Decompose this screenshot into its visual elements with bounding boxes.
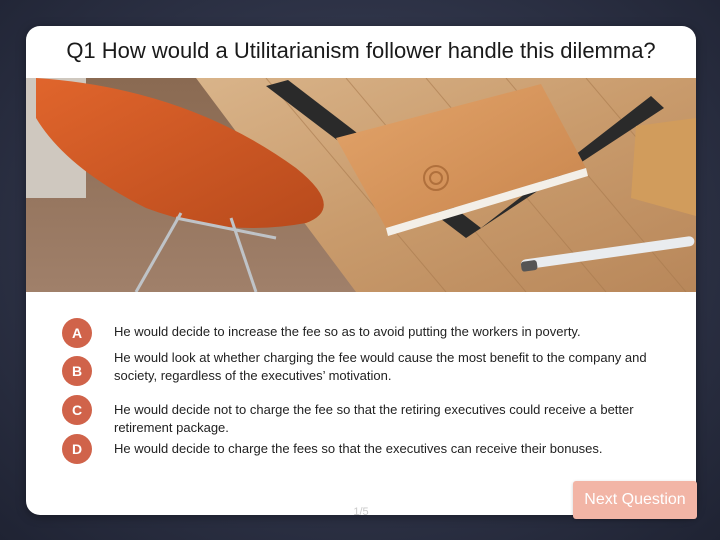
answer-text-c: He would decide not to charge the fee so…: [114, 402, 634, 435]
answer-text-b: He would look at whether charging the fe…: [114, 350, 647, 383]
answer-badge-b: B: [62, 356, 92, 386]
quiz-card: Q1 How would a Utilitarianism follower h…: [26, 26, 696, 515]
answer-list: A He would decide to increase the fee so…: [26, 26, 696, 515]
next-question-button[interactable]: Next Question: [573, 481, 697, 519]
answer-text-a: He would decide to increase the fee so a…: [114, 324, 581, 339]
answer-text-d: He would decide to charge the fees so th…: [114, 441, 603, 456]
answer-badge-c: C: [62, 395, 92, 425]
answer-badge-d: D: [62, 434, 92, 464]
answer-badge-a: A: [62, 318, 92, 348]
